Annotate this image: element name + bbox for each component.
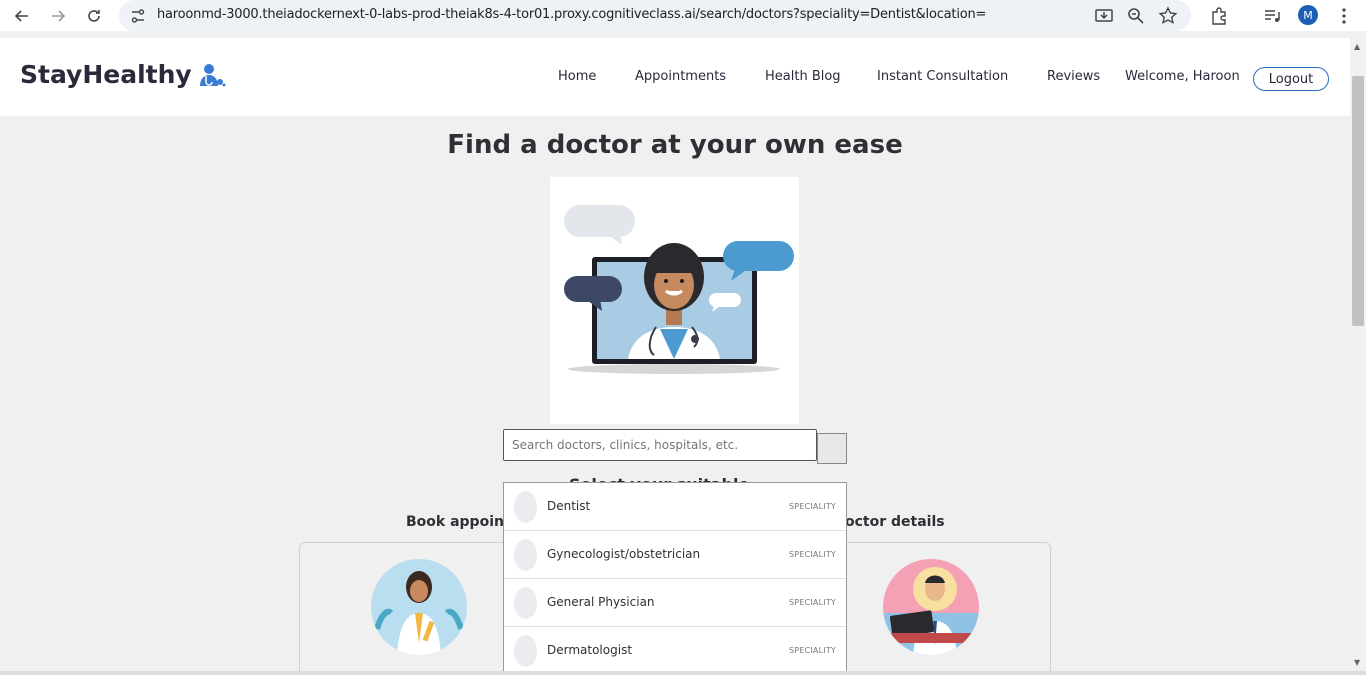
suggestion-general-physician[interactable]: General Physician SPECIALITY [504,579,846,627]
suggestion-label: Dentist [547,499,591,513]
more-menu-icon[interactable] [1334,6,1354,26]
suggestion-type: SPECIALITY [789,598,836,607]
site-logo[interactable]: StayHealthy [20,60,226,89]
scrollbar-thumb[interactable] [1352,76,1364,326]
scroll-down-icon[interactable]: ▼ [1354,658,1360,667]
suggestion-dentist[interactable]: Dentist SPECIALITY [504,483,846,531]
reload-icon[interactable] [82,4,106,28]
window-bottom-edge [0,671,1366,675]
page-viewport: StayHealthy Home Appointments Health Blo… [0,38,1350,675]
suggestion-icon [514,587,537,619]
doctor-illustration [550,177,799,424]
logout-button[interactable]: Logout [1253,67,1329,91]
search-input[interactable] [503,429,817,461]
media-controls-icon[interactable] [1262,6,1282,26]
nav-appointments[interactable]: Appointments [635,69,726,84]
suggestion-label: Dermatologist [547,643,633,657]
site-navbar: StayHealthy Home Appointments Health Blo… [0,38,1350,116]
address-bar[interactable]: haroonmd-3000.theiadockernext-0-labs-pro… [119,0,1191,31]
search-button[interactable] [817,433,847,464]
suggestion-label: Gynecologist/obstetrician [547,547,701,561]
suggestion-gynecologist[interactable]: Gynecologist/obstetrician SPECIALITY [504,531,846,579]
nav-health-blog[interactable]: Health Blog [765,69,841,84]
extensions-icon[interactable] [1209,6,1229,26]
welcome-text: Welcome, Haroon [1125,69,1240,84]
nav-instant-consultation[interactable]: Instant Consultation [877,69,1008,84]
scroll-up-icon[interactable]: ▲ [1354,42,1360,51]
page-scrollbar[interactable]: ▲ ▼ [1350,38,1366,675]
doctor-logo-icon [199,63,226,86]
book-appointment-heading: Book appoin [406,514,504,530]
suggestion-icon [514,491,537,523]
suggestion-icon [514,635,537,667]
suggestion-type: SPECIALITY [789,550,836,559]
logo-text: StayHealthy [20,60,192,89]
suggestion-label: General Physician [547,595,655,609]
forward-icon[interactable] [46,4,70,28]
url-text[interactable]: haroonmd-3000.theiadockernext-0-labs-pro… [157,7,986,22]
install-app-icon[interactable] [1094,6,1114,26]
browser-toolbar: haroonmd-3000.theiadockernext-0-labs-pro… [0,0,1366,31]
profile-avatar[interactable]: M [1298,5,1318,25]
suggestion-type: SPECIALITY [789,502,836,511]
suggestion-type: SPECIALITY [789,646,836,655]
site-settings-icon[interactable] [129,7,147,25]
doctor-details-heading: octor details [845,514,945,530]
bookmark-star-icon[interactable] [1158,6,1178,26]
page-title: Find a doctor at your own ease [447,130,903,160]
suggestion-dermatologist[interactable]: Dermatologist SPECIALITY [504,627,846,674]
speciality-suggestions-dropdown: Dentist SPECIALITY Gynecologist/obstetri… [503,482,847,675]
back-icon[interactable] [10,4,34,28]
nav-reviews[interactable]: Reviews [1047,69,1100,84]
female-doctor-avatar[interactable] [371,559,467,655]
nav-home[interactable]: Home [558,69,596,84]
doctor-at-laptop-avatar[interactable] [883,559,979,655]
suggestion-icon [514,539,537,571]
zoom-icon[interactable] [1126,6,1146,26]
